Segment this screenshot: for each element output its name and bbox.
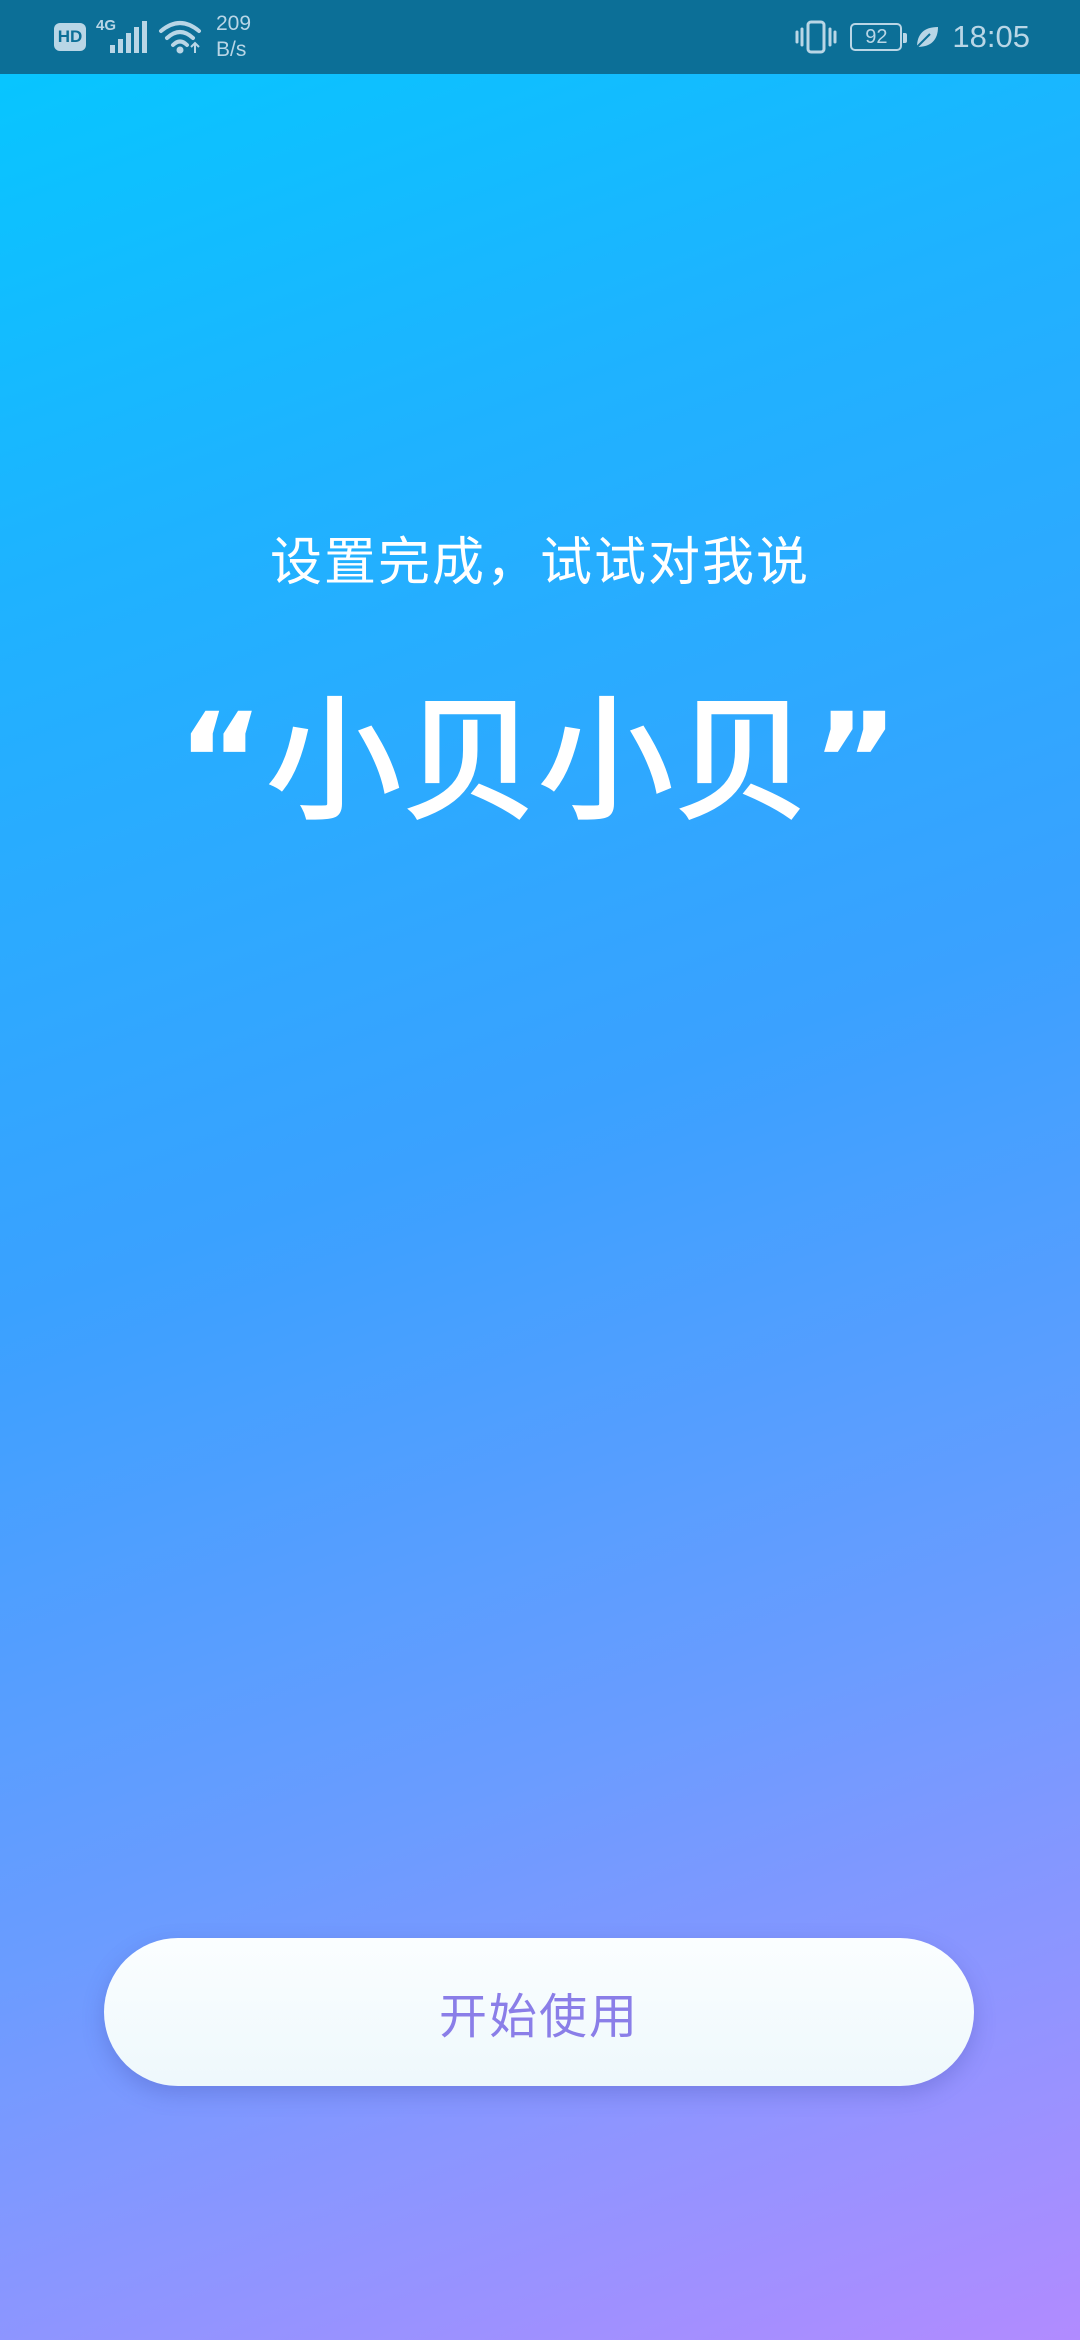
screen: HD 4G 209 B/s 92 18:05 设置完成，试试对我说 “小贝小贝”… — [0, 0, 1080, 2340]
net-speed: 209 B/s — [216, 11, 251, 63]
status-bar-right: 92 18:05 — [794, 0, 1030, 74]
status-bar-left: HD 4G 209 B/s — [54, 0, 251, 74]
wake-word-title: “小贝小贝” — [177, 685, 903, 839]
status-bar: HD 4G 209 B/s 92 18:05 — [0, 0, 1080, 74]
leaf-icon — [916, 27, 939, 48]
net-speed-value: 209 — [216, 12, 252, 35]
clock: 18:05 — [952, 19, 1030, 54]
signal-icon: 4G — [96, 15, 148, 59]
battery-icon: 92 — [850, 23, 908, 51]
hd-icon: HD — [54, 23, 86, 51]
setup-complete-subtitle: 设置完成，试试对我说 — [269, 533, 810, 593]
signal-bars — [110, 21, 147, 53]
wifi-icon — [159, 21, 201, 54]
battery-level: 92 — [865, 25, 888, 48]
vibrate-icon — [795, 20, 837, 54]
start-using-button-label: 开始使用 — [438, 1989, 639, 2045]
net-speed-unit: B/s — [216, 38, 247, 61]
start-using-button[interactable]: 开始使用 — [104, 1938, 974, 2086]
